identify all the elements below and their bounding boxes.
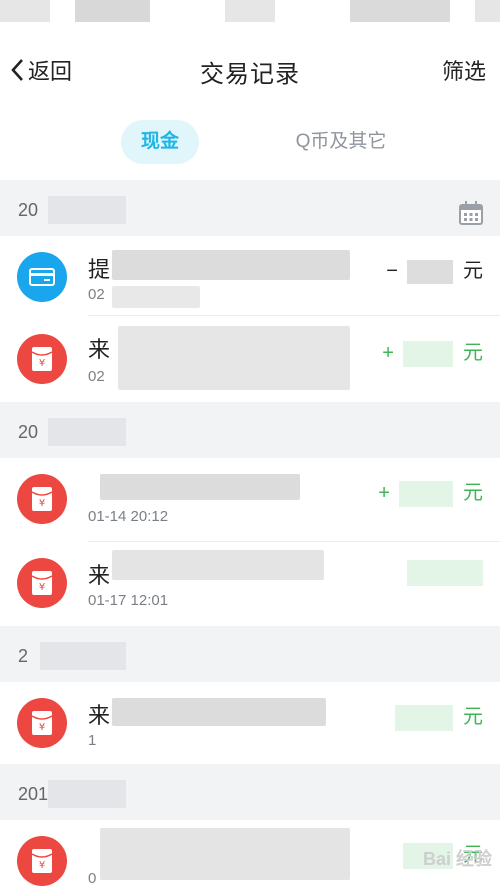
transaction-name: 来 (88, 337, 111, 362)
card-icon (17, 252, 67, 302)
section-date: 20 (18, 422, 39, 442)
transaction-row[interactable]: 提 02 − 元 (0, 236, 500, 316)
red-packet-icon: ¥ (17, 698, 67, 748)
transaction-time: 1 (88, 732, 97, 749)
section-header: 20 (0, 180, 500, 236)
section-header: 201 (0, 764, 500, 820)
status-bar (0, 0, 500, 26)
transaction-time: 02 (88, 286, 105, 303)
transaction-row[interactable]: ¥ 来 01-17 12:01 (0, 542, 500, 626)
section-date: 2 (18, 646, 29, 666)
page-title: 交易记录 (200, 61, 300, 88)
transaction-amount: + 元 (378, 476, 483, 507)
transaction-time: 01-14 20:12 (88, 508, 169, 525)
svg-text:¥: ¥ (39, 582, 45, 593)
transaction-time: 02 (88, 368, 105, 385)
tab-bar: 现金 Q币及其它 (0, 112, 500, 180)
svg-text:¥: ¥ (39, 498, 45, 509)
filter-button[interactable]: 筛选 (442, 54, 486, 86)
section-date: 201 (18, 784, 49, 804)
transaction-amount: − 元 (386, 259, 483, 284)
transaction-name: 来 (88, 563, 111, 588)
section-header: 2 (0, 626, 500, 682)
calendar-icon[interactable] (458, 200, 484, 226)
section-header: 20 (0, 402, 500, 458)
transaction-time: 0 (88, 870, 97, 887)
red-packet-icon: ¥ (17, 836, 67, 886)
transaction-name: 来 (88, 703, 111, 728)
transaction-amount (407, 560, 483, 586)
red-packet-icon: ¥ (17, 474, 67, 524)
nav-bar: 返回 交易记录 筛选 (0, 26, 500, 112)
transaction-amount: 元 (391, 700, 483, 731)
transaction-row[interactable]: ¥ 01-14 20:12 + 元 (0, 458, 500, 542)
tab-cash[interactable]: 现金 (121, 120, 199, 164)
section-date: 20 (18, 200, 39, 220)
tab-qcoin[interactable]: Q币及其它 (276, 120, 406, 164)
transaction-row[interactable]: ¥ 来 02 + 元 (0, 316, 500, 402)
transaction-row[interactable]: ¥ 来 1 元 (0, 682, 500, 764)
svg-text:¥: ¥ (39, 860, 45, 871)
svg-text:¥: ¥ (39, 358, 45, 369)
svg-text:¥: ¥ (39, 722, 45, 733)
red-packet-icon: ¥ (17, 558, 67, 608)
watermark: Bai 经验 (422, 849, 492, 869)
red-packet-icon: ¥ (17, 334, 67, 384)
transaction-time: 01-17 12:01 (88, 592, 169, 609)
transaction-amount: + 元 (382, 336, 483, 367)
transaction-name: 提 (88, 257, 111, 282)
